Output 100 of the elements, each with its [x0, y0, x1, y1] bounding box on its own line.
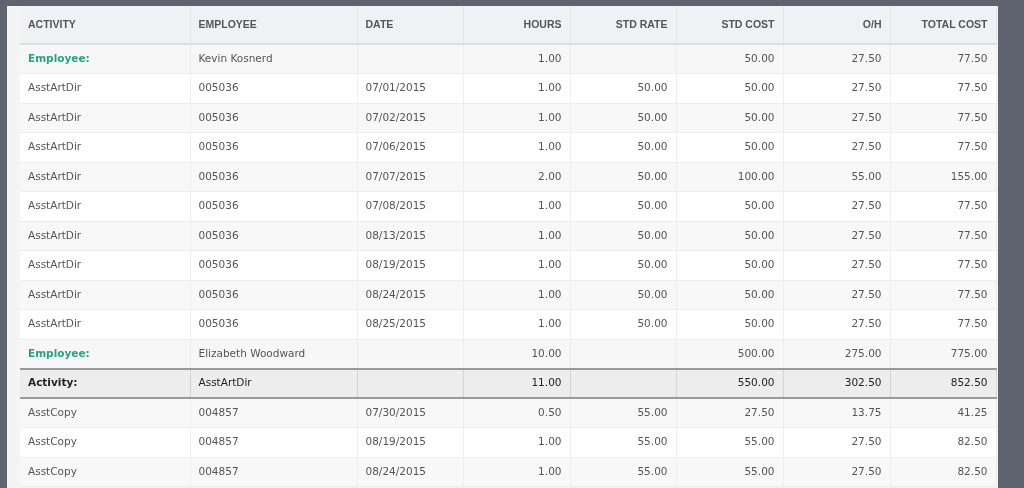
column-header[interactable]: DATE — [357, 6, 463, 44]
table-cell: 77.50 — [890, 44, 996, 74]
table-cell: 1.00 — [463, 280, 570, 310]
table-cell: 77.50 — [890, 221, 996, 251]
table-cell: 55.00 — [676, 427, 783, 457]
table-cell: 005036 — [190, 162, 357, 192]
employee-label: Employee: — [20, 339, 190, 369]
table-cell: 77.50 — [890, 103, 996, 133]
column-header[interactable]: STD RATE — [570, 6, 676, 44]
activity-label: Activity: — [20, 368, 190, 398]
table-cell: 27.50 — [783, 221, 890, 251]
table-cell: 1.00 — [463, 73, 570, 103]
table-cell: 50.00 — [570, 73, 676, 103]
table-cell: 55.00 — [783, 162, 890, 192]
table-cell: AsstCopy — [20, 427, 190, 457]
table-cell: 77.50 — [890, 280, 996, 310]
table-cell: 27.50 — [783, 250, 890, 280]
table-cell: 08/24/2015 — [357, 457, 463, 487]
column-header[interactable]: ACTIVITY — [20, 6, 190, 44]
table-cell: 50.00 — [570, 221, 676, 251]
table-cell: 1.00 — [463, 103, 570, 133]
table-cell: 50.00 — [676, 309, 783, 339]
table-cell: 005036 — [190, 250, 357, 280]
table-cell: AsstCopy — [20, 398, 190, 428]
table-cell: 50.00 — [676, 280, 783, 310]
table-cell: 50.00 — [570, 309, 676, 339]
table-cell: 50.00 — [676, 221, 783, 251]
table-cell: 13.75 — [783, 398, 890, 428]
table-cell: AsstArtDir — [20, 73, 190, 103]
table-cell: 004857 — [190, 457, 357, 487]
table-cell: Elizabeth Woodward — [190, 339, 357, 369]
table-cell: 27.50 — [783, 309, 890, 339]
table-cell: 27.50 — [783, 103, 890, 133]
table-cell: 82.50 — [890, 427, 996, 457]
table-cell: 07/08/2015 — [357, 191, 463, 221]
table-cell: 50.00 — [570, 132, 676, 162]
table-cell: 50.00 — [676, 250, 783, 280]
table-cell: 50.00 — [676, 44, 783, 74]
employee-label: Employee: — [20, 44, 190, 74]
table-cell: 50.00 — [676, 191, 783, 221]
table-cell: 55.00 — [570, 457, 676, 487]
table-cell: 11.00 — [463, 368, 570, 398]
table-cell: 155.00 — [890, 162, 996, 192]
column-header[interactable]: O/H — [783, 6, 890, 44]
table-cell: 27.50 — [676, 398, 783, 428]
table-cell: 27.50 — [783, 427, 890, 457]
column-header[interactable]: EMPLOYEE — [190, 6, 357, 44]
table-cell: 550.00 — [676, 368, 783, 398]
table-cell: AsstArtDir — [20, 280, 190, 310]
table-cell: 08/25/2015 — [357, 309, 463, 339]
table-cell: 08/19/2015 — [357, 427, 463, 457]
table-cell: 1.00 — [463, 132, 570, 162]
table-cell: AsstArtDir — [190, 368, 357, 398]
table-cell: 005036 — [190, 309, 357, 339]
table-cell: 50.00 — [676, 103, 783, 133]
column-header[interactable]: STD COST — [676, 6, 783, 44]
table-cell: 08/13/2015 — [357, 221, 463, 251]
table-cell: 50.00 — [570, 103, 676, 133]
table-cell: Kevin Kosnerd — [190, 44, 357, 74]
table-cell: 004857 — [190, 398, 357, 428]
table-cell: 775.00 — [890, 339, 996, 369]
table-cell: 1.00 — [463, 309, 570, 339]
table-cell: AsstArtDir — [20, 309, 190, 339]
table-cell: 08/19/2015 — [357, 250, 463, 280]
table-cell: 1.00 — [463, 427, 570, 457]
table-cell: 005036 — [190, 103, 357, 133]
table-cell: 07/01/2015 — [357, 73, 463, 103]
table-cell: 27.50 — [783, 457, 890, 487]
table-cell: 07/07/2015 — [357, 162, 463, 192]
table-cell: 27.50 — [783, 191, 890, 221]
table-cell: 005036 — [190, 221, 357, 251]
table-cell: 004857 — [190, 427, 357, 457]
column-header[interactable]: HOURS — [463, 6, 570, 44]
table-cell: 1.00 — [463, 221, 570, 251]
table-cell: 77.50 — [890, 191, 996, 221]
table-cell: 50.00 — [570, 250, 676, 280]
table-cell: 1.00 — [463, 457, 570, 487]
table-cell: 27.50 — [783, 44, 890, 74]
table-cell: 275.00 — [783, 339, 890, 369]
column-header[interactable]: TOTAL COST — [890, 6, 996, 44]
table-cell: 27.50 — [783, 73, 890, 103]
table-cell: 27.50 — [783, 280, 890, 310]
table-cell: AsstArtDir — [20, 103, 190, 133]
table-cell: 77.50 — [890, 73, 996, 103]
table-cell: 07/06/2015 — [357, 132, 463, 162]
table-cell: AsstArtDir — [20, 221, 190, 251]
table-cell: 55.00 — [570, 427, 676, 457]
table-cell: AsstCopy — [20, 457, 190, 487]
table-cell: 55.00 — [570, 398, 676, 428]
table-cell: 07/02/2015 — [357, 103, 463, 133]
table-cell: 852.50 — [890, 368, 996, 398]
table-cell: 1.00 — [463, 191, 570, 221]
table-cell: AsstArtDir — [20, 162, 190, 192]
table-cell: 50.00 — [570, 191, 676, 221]
table-cell: 500.00 — [676, 339, 783, 369]
table-cell: 08/24/2015 — [357, 280, 463, 310]
table-cell: 50.00 — [676, 73, 783, 103]
table-cell: 302.50 — [783, 368, 890, 398]
table-cell: 100.00 — [676, 162, 783, 192]
table-cell: 55.00 — [676, 457, 783, 487]
